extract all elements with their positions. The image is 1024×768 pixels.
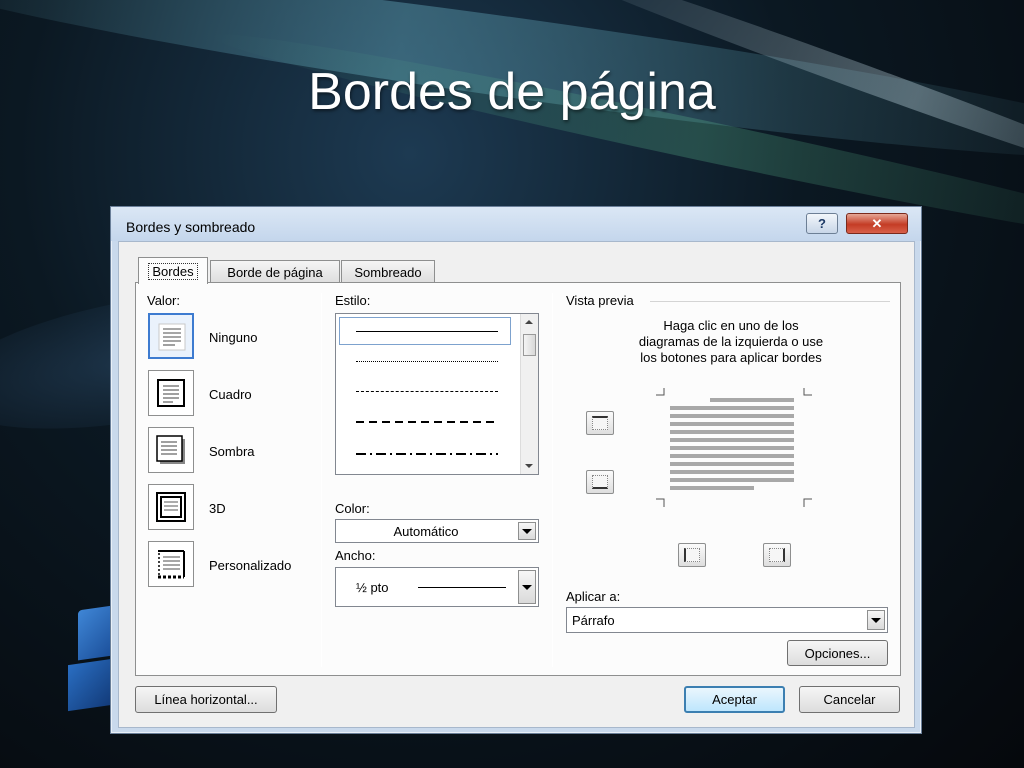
horizontal-line-button[interactable]: Línea horizontal... [135,686,277,713]
help-button[interactable]: ? [806,213,838,234]
chevron-down-icon [522,584,532,590]
line-style-dashed[interactable] [356,421,498,423]
color-value: Automático [393,524,459,539]
color-dropdown-button[interactable] [518,522,536,540]
setting-3d-button[interactable] [148,484,194,530]
top-border-button[interactable] [586,411,614,435]
line-style-solid[interactable] [356,331,498,332]
bottom-border-button[interactable] [586,470,614,494]
options-button[interactable]: Opciones... [787,640,888,666]
windows-logo-icon [62,605,112,712]
preview-page-diagram[interactable] [654,387,814,511]
tab-borde-de-pagina[interactable]: Borde de página [210,260,340,284]
right-border-button[interactable] [763,543,791,567]
border-top-icon [592,416,608,430]
close-icon: ✕ [871,215,883,231]
setting-none-label: Ninguno [209,330,258,345]
line-style-dash-dot[interactable] [356,453,498,455]
slide-title: Bordes de página [308,63,716,121]
scroll-thumb[interactable] [523,334,536,356]
setting-none-button[interactable] [148,313,194,359]
tab-bordes[interactable]: Bordes [138,257,208,284]
setting-box-button[interactable] [148,370,194,416]
style-label: Estilo: [335,293,371,308]
apply-to-dropdown-button[interactable] [867,610,885,630]
apply-to-label: Aplicar a: [566,589,621,604]
scroll-up-icon[interactable] [525,320,533,324]
style-scrollbar[interactable] [520,314,538,474]
setting-3d-label: 3D [209,501,226,516]
apply-to-combobox[interactable]: Párrafo [566,607,888,633]
preview-label: Vista previa [566,293,634,308]
setting-shadow-label: Sombra [209,444,255,459]
page-none-icon [158,323,186,351]
width-dropdown-button[interactable] [518,570,536,604]
column-separator [552,293,553,667]
borders-shading-dialog: Bordes y sombreado ? ✕ Bordes Borde de p… [110,206,922,734]
chevron-down-icon [522,528,532,534]
preview-instructions: Haga clic en uno de los diagramas de la … [638,318,824,365]
width-combobox[interactable]: ½ pto [335,567,539,607]
page-box-icon [157,379,185,407]
style-listbox[interactable] [335,313,539,475]
color-combobox[interactable]: Automático [335,519,539,543]
width-line-sample [418,587,506,588]
line-style-dotted[interactable] [356,361,498,362]
border-right-icon [769,548,785,562]
border-left-icon [684,548,700,562]
column-separator [321,293,322,667]
dialog-titlebar[interactable]: Bordes y sombreado ? ✕ [111,207,921,241]
setting-custom-button[interactable] [148,541,194,587]
border-bottom-icon [592,475,608,489]
borders-tab-panel: Valor: Ninguno Cuadro Sombra 3D Personal… [135,282,901,676]
page-shadow-icon [156,435,185,464]
tab-sombreado[interactable]: Sombreado [341,260,435,284]
setting-label: Valor: [147,293,180,308]
help-icon: ? [818,216,826,231]
apply-to-value: Párrafo [572,613,615,628]
close-button[interactable]: ✕ [846,213,908,234]
setting-custom-label: Personalizado [209,558,292,573]
width-value: ½ pto [356,580,389,595]
chevron-down-icon [871,617,881,623]
setting-box-label: Cuadro [209,387,252,402]
ok-button[interactable]: Aceptar [684,686,785,713]
width-label: Ancho: [335,548,376,563]
cancel-button[interactable]: Cancelar [799,686,900,713]
line-style-dashed-fine[interactable] [356,391,498,392]
preview-group-line [650,301,890,302]
setting-shadow-button[interactable] [148,427,194,473]
page-custom-icon [158,550,185,579]
color-label: Color: [335,501,370,516]
dialog-client-area: Bordes Borde de página Sombreado Valor: … [118,241,915,728]
page-3d-icon [156,492,186,522]
dialog-title: Bordes y sombreado [126,219,256,235]
scroll-down-icon[interactable] [525,464,533,468]
left-border-button[interactable] [678,543,706,567]
